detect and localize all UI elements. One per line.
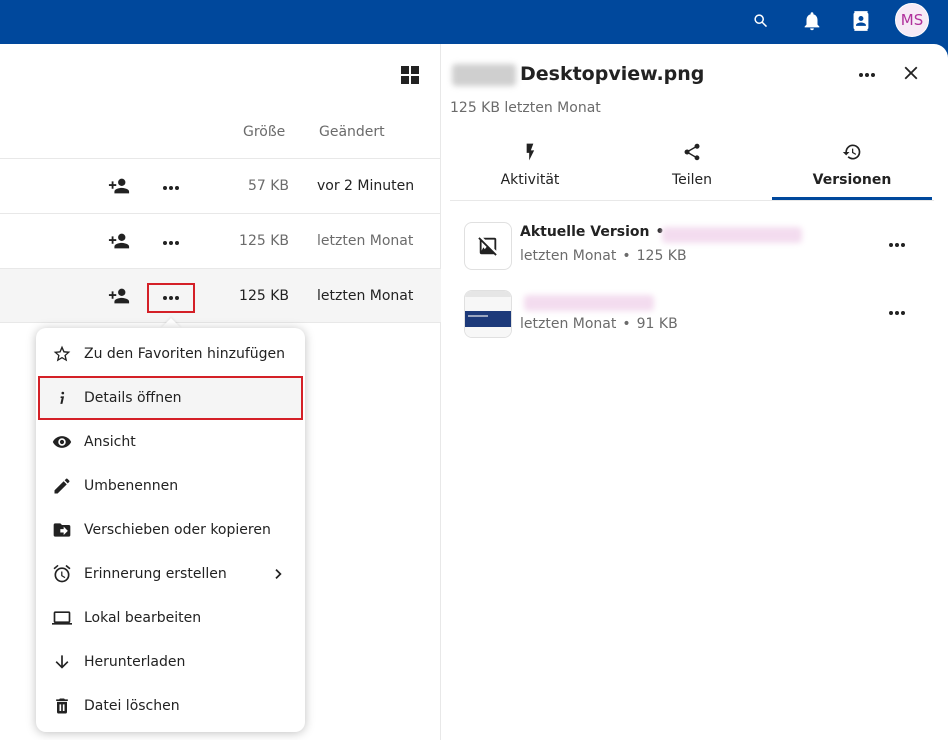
share-user-icon[interactable] bbox=[108, 175, 132, 197]
menu-item-label: Datei löschen bbox=[84, 698, 180, 714]
sidebar-more-button[interactable] bbox=[854, 62, 880, 88]
redacted-author bbox=[524, 295, 654, 311]
menu-item-download[interactable]: Herunterladen bbox=[36, 640, 305, 684]
chevron-right-icon bbox=[271, 566, 287, 582]
top-header: MS bbox=[0, 0, 948, 44]
menu-item-label: Herunterladen bbox=[84, 654, 186, 670]
bell-icon[interactable] bbox=[799, 8, 825, 34]
version-meta: letzten Monat • 91 KB bbox=[520, 316, 678, 332]
menu-caret bbox=[161, 318, 181, 328]
redacted-filename-prefix bbox=[452, 64, 516, 86]
pencil-icon bbox=[52, 476, 72, 496]
folder-move-icon bbox=[52, 520, 72, 540]
image-off-icon bbox=[464, 222, 512, 270]
version-more-button[interactable] bbox=[884, 300, 910, 326]
menu-item-edit-locally[interactable]: Lokal bearbeiten bbox=[36, 596, 305, 640]
more-actions-button[interactable] bbox=[147, 173, 195, 203]
search-icon[interactable] bbox=[748, 8, 774, 34]
menu-item-label: Ansicht bbox=[84, 434, 136, 450]
file-list: Größe Geändert 57 KB vor 2 Minuten 125 K… bbox=[0, 44, 441, 740]
tab-label: Teilen bbox=[671, 172, 713, 188]
tab-label: Versionen bbox=[812, 172, 892, 188]
tab-activity[interactable]: Aktivität bbox=[450, 140, 610, 200]
menu-item-view[interactable]: Ansicht bbox=[36, 420, 305, 464]
version-more-button[interactable] bbox=[884, 232, 910, 258]
avatar[interactable]: MS bbox=[895, 3, 929, 37]
share-user-icon[interactable] bbox=[108, 230, 132, 252]
sidebar-title: Desktopview.png bbox=[520, 63, 705, 85]
sidebar-subtitle: 125 KB letzten Monat bbox=[450, 100, 601, 116]
trash-icon bbox=[52, 696, 72, 716]
menu-item-rename[interactable]: Umbenennen bbox=[36, 464, 305, 508]
menu-item-label: Zu den Favoriten hinzufügen bbox=[84, 346, 286, 362]
more-actions-button[interactable] bbox=[147, 283, 195, 313]
column-size-header[interactable]: Größe bbox=[243, 124, 285, 140]
star-icon bbox=[52, 344, 72, 364]
tab-versions[interactable]: Versionen bbox=[772, 140, 932, 200]
grid-view-icon[interactable] bbox=[399, 64, 421, 86]
close-icon[interactable] bbox=[900, 62, 922, 84]
file-size: 57 KB bbox=[247, 178, 289, 194]
table-row[interactable]: 125 KB letzten Monat bbox=[0, 268, 441, 323]
tab-sharing[interactable]: Teilen bbox=[612, 140, 772, 200]
tab-divider bbox=[450, 200, 934, 201]
flash-icon bbox=[520, 142, 540, 162]
column-modified-header[interactable]: Geändert bbox=[319, 124, 385, 140]
redacted-author bbox=[662, 227, 802, 243]
main-content: Größe Geändert 57 KB vor 2 Minuten 125 K… bbox=[0, 44, 948, 740]
table-row[interactable]: 125 KB letzten Monat bbox=[0, 213, 441, 268]
eye-icon bbox=[52, 432, 72, 452]
menu-item-label: Umbenennen bbox=[84, 478, 179, 494]
menu-item-delete[interactable]: Datei löschen bbox=[36, 684, 305, 728]
menu-item-label: Verschieben oder kopieren bbox=[84, 522, 271, 538]
info-icon bbox=[52, 388, 72, 408]
menu-item-add-favorite[interactable]: Zu den Favoriten hinzufügen bbox=[36, 332, 305, 376]
details-sidebar: Desktopview.png 125 KB letzten Monat Akt… bbox=[442, 44, 948, 740]
share-icon bbox=[682, 142, 702, 162]
more-actions-button[interactable] bbox=[147, 228, 195, 258]
contacts-icon[interactable] bbox=[848, 8, 874, 34]
file-size: 125 KB bbox=[239, 288, 289, 304]
file-modified: letzten Monat bbox=[317, 233, 414, 249]
tab-label: Aktivität bbox=[500, 172, 560, 188]
file-size: 125 KB bbox=[239, 233, 289, 249]
menu-item-label: Lokal bearbeiten bbox=[84, 610, 202, 626]
menu-item-create-reminder[interactable]: Erinnerung erstellen bbox=[36, 552, 305, 596]
menu-item-label: Erinnerung erstellen bbox=[84, 566, 227, 582]
version-meta: letzten Monat • 125 KB bbox=[520, 248, 687, 264]
version-thumbnail bbox=[464, 290, 512, 338]
version-item-current[interactable]: Aktuelle Version • letzten Monat • 125 KB bbox=[464, 222, 934, 274]
menu-item-open-details[interactable]: Details öffnen bbox=[38, 376, 303, 420]
history-icon bbox=[842, 142, 862, 162]
version-title: Aktuelle Version • bbox=[520, 224, 665, 240]
alarm-icon bbox=[52, 564, 72, 584]
download-icon bbox=[52, 652, 72, 672]
laptop-icon bbox=[52, 608, 72, 628]
menu-item-move-copy[interactable]: Verschieben oder kopieren bbox=[36, 508, 305, 552]
context-menu: Zu den Favoriten hinzufügen Details öffn… bbox=[36, 328, 305, 732]
version-item[interactable]: letzten Monat • 91 KB bbox=[464, 290, 934, 342]
share-user-icon[interactable] bbox=[108, 285, 132, 307]
file-modified: letzten Monat bbox=[317, 288, 414, 304]
file-modified: vor 2 Minuten bbox=[317, 178, 415, 194]
menu-item-label: Details öffnen bbox=[84, 390, 182, 406]
table-row[interactable]: 57 KB vor 2 Minuten bbox=[0, 158, 441, 213]
